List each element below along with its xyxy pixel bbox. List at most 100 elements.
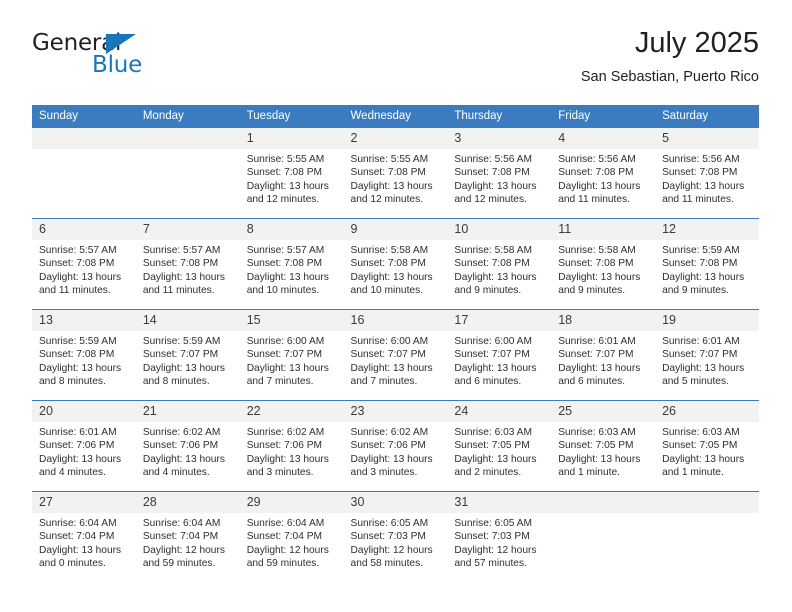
day-detail-line: Sunset: 7:08 PM xyxy=(454,167,530,179)
calendar-week-row: 20 Sunrise: 6:01 AM Sunset: 7:06 PM Dayligh… xyxy=(32,400,759,492)
day-detail-line: Daylight: 13 hours xyxy=(350,271,433,283)
weekday-header-monday: Monday xyxy=(135,105,240,128)
day-detail-line: and 10 minutes. xyxy=(350,285,424,297)
day-detail-line: Sunset: 7:06 PM xyxy=(350,440,426,452)
calendar-body: 1 Sunrise: 5:55 AM Sunset: 7:08 PM Daylight… xyxy=(32,127,759,582)
day-detail-line: Sunrise: 5:56 AM xyxy=(662,154,740,165)
calendar-day-cell[interactable]: 1 Sunrise: 5:55 AM Sunset: 7:08 PM Daylight… xyxy=(239,127,344,219)
day-details: Sunrise: 5:56 AM Sunset: 7:08 PM Daylight:… xyxy=(551,149,655,207)
calendar-day-cell[interactable]: 28 Sunrise: 6:04 AM Sunset: 7:04 PM Dayligh… xyxy=(135,491,240,582)
calendar-day-cell[interactable]: 4 Sunrise: 5:56 AM Sunset: 7:08 PM Daylight… xyxy=(551,127,656,219)
day-detail-line: Sunrise: 6:01 AM xyxy=(662,336,740,347)
day-detail-line: and 9 minutes. xyxy=(558,285,626,297)
day-detail-line: Daylight: 13 hours xyxy=(454,180,537,192)
day-detail-line: Sunset: 7:08 PM xyxy=(350,258,426,270)
day-details: Sunrise: 6:03 AM Sunset: 7:05 PM Daylight:… xyxy=(447,422,551,480)
calendar-day-cell[interactable]: 19 Sunrise: 6:01 AM Sunset: 7:07 PM Dayligh… xyxy=(655,309,759,401)
day-details: Sunrise: 6:00 AM Sunset: 7:07 PM Daylight:… xyxy=(240,331,344,389)
day-detail-line: Daylight: 13 hours xyxy=(454,362,537,374)
page-header: General Blue July 2025 San Sebastian, Pu… xyxy=(32,26,759,96)
calendar-day-cell[interactable]: 22 Sunrise: 6:02 AM Sunset: 7:06 PM Dayligh… xyxy=(239,400,344,492)
calendar-day-cell[interactable]: 24 Sunrise: 6:03 AM Sunset: 7:05 PM Dayligh… xyxy=(447,400,552,492)
calendar-day-cell[interactable]: 16 Sunrise: 6:00 AM Sunset: 7:07 PM Dayligh… xyxy=(343,309,448,401)
calendar-day-cell[interactable]: 17 Sunrise: 6:00 AM Sunset: 7:07 PM Dayligh… xyxy=(447,309,552,401)
day-detail-line: Daylight: 12 hours xyxy=(350,544,433,556)
calendar-day-cell[interactable]: 10 Sunrise: 5:58 AM Sunset: 7:08 PM Dayligh… xyxy=(447,218,552,310)
calendar-day-cell[interactable]: 27 Sunrise: 6:04 AM Sunset: 7:04 PM Dayligh… xyxy=(32,491,136,582)
day-detail-line: Sunrise: 6:05 AM xyxy=(350,518,429,529)
calendar-day-cell[interactable]: 11 Sunrise: 5:58 AM Sunset: 7:08 PM Dayligh… xyxy=(551,218,656,310)
day-detail-line: and 12 minutes. xyxy=(454,194,527,206)
day-detail-line: Daylight: 13 hours xyxy=(142,453,225,465)
weekday-header-wednesday: Wednesday xyxy=(343,105,448,128)
day-details: Sunrise: 6:04 AM Sunset: 7:04 PM Daylight:… xyxy=(32,513,136,571)
day-number: 3 xyxy=(447,128,552,149)
calendar-day-cell[interactable]: 30 Sunrise: 6:05 AM Sunset: 7:03 PM Dayligh… xyxy=(343,491,448,582)
day-detail-line: Sunrise: 5:57 AM xyxy=(39,245,117,256)
day-detail-line: and 58 minutes. xyxy=(350,558,424,570)
day-number: 12 xyxy=(655,219,759,240)
day-details: Sunrise: 6:00 AM Sunset: 7:07 PM Daylight:… xyxy=(447,331,551,389)
day-detail-line: and 6 minutes. xyxy=(454,376,522,388)
day-detail-line: Sunrise: 6:03 AM xyxy=(454,427,532,438)
day-number: 23 xyxy=(343,401,448,422)
day-detail-line: Sunrise: 6:02 AM xyxy=(350,427,429,438)
day-number: 15 xyxy=(239,310,344,331)
day-detail-line: and 3 minutes. xyxy=(350,467,418,479)
calendar-day-cell[interactable]: 29 Sunrise: 6:04 AM Sunset: 7:04 PM Dayligh… xyxy=(239,491,344,582)
calendar-day-cell[interactable]: 25 Sunrise: 6:03 AM Sunset: 7:05 PM Dayligh… xyxy=(551,400,656,492)
calendar-day-cell[interactable]: 13 Sunrise: 5:59 AM Sunset: 7:08 PM Dayligh… xyxy=(32,309,136,401)
day-number: 9 xyxy=(343,219,448,240)
calendar-day-cell[interactable]: 9 Sunrise: 5:58 AM Sunset: 7:08 PM Daylight… xyxy=(343,218,448,310)
day-detail-line: Sunset: 7:08 PM xyxy=(142,258,219,270)
day-detail-line: Sunset: 7:04 PM xyxy=(246,531,323,543)
day-details: Sunrise: 6:01 AM Sunset: 7:06 PM Daylight:… xyxy=(32,422,136,480)
calendar-day-cell[interactable]: 12 Sunrise: 5:59 AM Sunset: 7:08 PM Dayligh… xyxy=(655,218,759,310)
day-number: 17 xyxy=(447,310,552,331)
logo-text-blue: Blue xyxy=(92,52,143,78)
calendar-day-cell[interactable]: 15 Sunrise: 6:00 AM Sunset: 7:07 PM Dayligh… xyxy=(239,309,344,401)
calendar-day-cell[interactable]: 8 Sunrise: 5:57 AM Sunset: 7:08 PM Daylight… xyxy=(239,218,344,310)
day-detail-line: and 11 minutes. xyxy=(142,285,215,297)
day-number: 6 xyxy=(32,219,136,240)
day-number: 27 xyxy=(32,492,136,513)
day-detail-line: Sunset: 7:07 PM xyxy=(142,349,219,361)
calendar-day-cell[interactable]: 31 Sunrise: 6:05 AM Sunset: 7:03 PM Dayligh… xyxy=(447,491,552,582)
day-detail-line: and 6 minutes. xyxy=(558,376,626,388)
calendar-header-row: Sunday Monday Tuesday Wednesday Thursday Frid… xyxy=(32,105,759,128)
day-detail-line: Sunrise: 5:55 AM xyxy=(350,154,429,165)
day-detail-line: Sunrise: 6:01 AM xyxy=(558,336,636,347)
day-detail-line: Sunrise: 5:58 AM xyxy=(350,245,429,256)
day-detail-line: Daylight: 13 hours xyxy=(39,544,122,556)
calendar-day-cell[interactable]: 14 Sunrise: 5:59 AM Sunset: 7:07 PM Dayligh… xyxy=(135,309,240,401)
calendar-day-cell[interactable]: 3 Sunrise: 5:56 AM Sunset: 7:08 PM Daylight… xyxy=(447,127,552,219)
day-details: Sunrise: 6:05 AM Sunset: 7:03 PM Daylight:… xyxy=(447,513,551,571)
calendar-day-cell[interactable]: 20 Sunrise: 6:01 AM Sunset: 7:06 PM Dayligh… xyxy=(32,400,136,492)
day-detail-line: Sunset: 7:08 PM xyxy=(558,258,634,270)
calendar-day-cell[interactable]: 21 Sunrise: 6:02 AM Sunset: 7:06 PM Dayligh… xyxy=(135,400,240,492)
day-detail-line: Sunset: 7:07 PM xyxy=(454,349,530,361)
day-details: Sunrise: 5:57 AM Sunset: 7:08 PM Daylight:… xyxy=(32,240,136,298)
page-title: July 2025 xyxy=(634,27,759,59)
day-detail-line: Sunset: 7:08 PM xyxy=(39,349,115,361)
calendar-day-cell[interactable]: 7 Sunrise: 5:57 AM Sunset: 7:08 PM Daylight… xyxy=(135,218,240,310)
day-detail-line: and 4 minutes. xyxy=(142,467,210,479)
calendar-day-cell[interactable]: 18 Sunrise: 6:01 AM Sunset: 7:07 PM Dayligh… xyxy=(551,309,656,401)
calendar-day-cell[interactable]: 5 Sunrise: 5:56 AM Sunset: 7:08 PM Daylight… xyxy=(655,127,759,219)
day-number: 2 xyxy=(343,128,448,149)
generalblue-logo[interactable]: General Blue xyxy=(32,30,202,86)
day-detail-line: Sunset: 7:08 PM xyxy=(662,258,738,270)
day-number: 5 xyxy=(655,128,759,149)
calendar-day-cell[interactable]: 6 Sunrise: 5:57 AM Sunset: 7:08 PM Daylight… xyxy=(32,218,136,310)
day-detail-line: Sunrise: 5:59 AM xyxy=(662,245,740,256)
day-details: Sunrise: 5:59 AM Sunset: 7:08 PM Daylight:… xyxy=(655,240,759,298)
day-detail-line: and 4 minutes. xyxy=(39,467,106,479)
day-detail-line: and 1 minute. xyxy=(558,467,620,479)
day-number: 25 xyxy=(551,401,656,422)
weekday-header-tuesday: Tuesday xyxy=(239,105,344,128)
calendar-day-cell[interactable]: 23 Sunrise: 6:02 AM Sunset: 7:06 PM Dayligh… xyxy=(343,400,448,492)
day-number: 26 xyxy=(655,401,759,422)
day-details: Sunrise: 6:01 AM Sunset: 7:07 PM Daylight:… xyxy=(551,331,655,389)
calendar-day-cell[interactable]: 2 Sunrise: 5:55 AM Sunset: 7:08 PM Daylight… xyxy=(343,127,448,219)
calendar-day-cell[interactable]: 26 Sunrise: 6:03 AM Sunset: 7:05 PM Dayligh… xyxy=(655,400,759,492)
